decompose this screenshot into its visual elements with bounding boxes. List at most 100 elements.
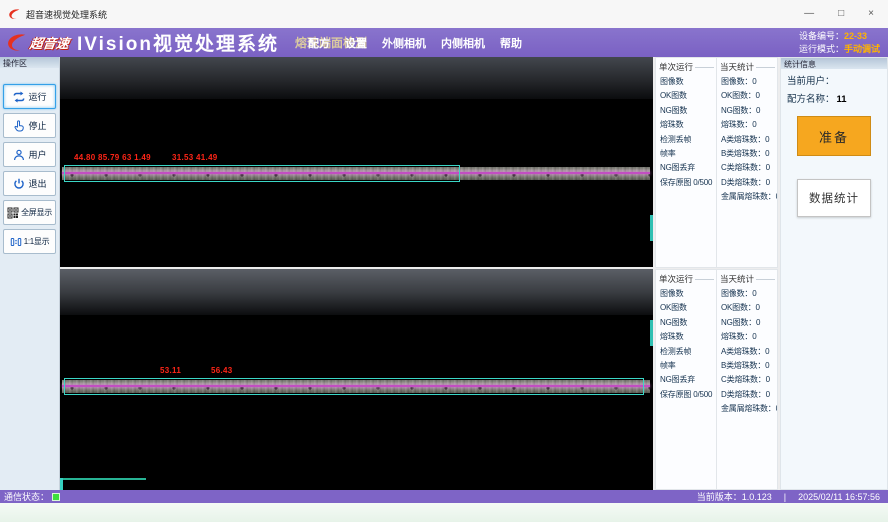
- camera2-detection-rect: [64, 378, 644, 395]
- camera-view-top[interactable]: 44.80 85.79 63 1.49 31.53 41.49: [60, 57, 653, 267]
- minimize-button[interactable]: —: [804, 9, 814, 19]
- app-window: 超音速视觉处理系统 — □ × 超音速 IVision视觉处理系统 熔珠端面检测…: [0, 0, 888, 522]
- run-mode-row: 运行模式：手动调试: [799, 43, 880, 56]
- camera2-left-marker: [60, 478, 63, 490]
- stat-row: A类熔珠数：0: [717, 345, 777, 359]
- info-panel-header: 统计信息: [781, 58, 887, 69]
- stat-row: NG图数：0: [717, 316, 777, 330]
- status-bar: 通信状态： 当前版本：1.0.123 | 2025/02/11 16:57:56: [0, 490, 888, 503]
- version-row: 当前版本：1.0.123: [697, 490, 772, 503]
- today-stats-group: 当天统计 图像数：0 OK图数：0 NG图数：0 熔珠数：0 A类熔珠数：0 B…: [716, 58, 777, 267]
- camera1-edge-marker: [650, 215, 653, 241]
- fullscreen-button-label: 全屏显示: [21, 207, 52, 218]
- stop-button[interactable]: 停止: [3, 113, 56, 138]
- close-button[interactable]: ×: [868, 9, 874, 19]
- recipe-name-label: 配方名称：: [787, 94, 835, 105]
- device-number-label: 设备编号：: [799, 31, 844, 41]
- stat-row: OK图数: [656, 89, 716, 103]
- stat-row: NG图数: [656, 104, 716, 118]
- single-run-group: 单次运行 图像数 OK图数 NG图数 熔珠数 检测丢帧 帧率 NG图丢弃 保存原…: [656, 270, 716, 489]
- stat-row: OK图数: [656, 301, 716, 315]
- sidebar-buttons: 运行 停止 用户 退出: [0, 68, 59, 254]
- main-menu: 配方 设置 外侧相机 内侧相机 帮助: [308, 28, 522, 57]
- os-titlebar: 超音速视觉处理系统 — □ ×: [0, 0, 888, 28]
- stat-row: 金属屑熔珠数：0: [717, 190, 777, 204]
- stat-row: 熔珠数：0: [717, 330, 777, 344]
- version-label: 当前版本：: [697, 492, 742, 502]
- single-run-title: 单次运行: [656, 58, 716, 73]
- current-user-label: 当前用户：: [787, 76, 835, 87]
- current-user-row: 当前用户：: [781, 69, 887, 87]
- fullscreen-icon: [7, 207, 19, 219]
- comm-status: 通信状态：: [4, 490, 60, 503]
- camera2-bottom-marker: [60, 478, 146, 480]
- stat-row: 帧率: [656, 147, 716, 161]
- camera-view-bottom[interactable]: 53.11 56.43: [60, 269, 653, 490]
- datetime: 2025/02/11 16:57:56: [798, 492, 880, 502]
- camera1-annotation: 44.80 85.79 63 1.49: [74, 153, 151, 162]
- single-run-title: 单次运行: [656, 270, 716, 285]
- stat-row: 检测丢帧: [656, 133, 716, 147]
- stat-row: A类熔珠数：0: [717, 133, 777, 147]
- app-logo-icon: [8, 8, 21, 21]
- brand-swoosh-icon: [6, 32, 28, 54]
- window-controls: — □ ×: [804, 9, 874, 19]
- sidebar-header: 操作区: [0, 57, 59, 68]
- device-number-value: 22-33: [844, 31, 867, 41]
- today-stats-group: 当天统计 图像数：0 OK图数：0 NG图数：0 熔珠数：0 A类熔珠数：0 B…: [716, 270, 777, 489]
- stat-row: 保存原图 0/500: [656, 176, 716, 190]
- single-run-group: 单次运行 图像数 OK图数 NG图数 熔珠数 检测丢帧 帧率 NG图丢弃 保存原…: [656, 58, 716, 267]
- stat-row: D类熔珠数：0: [717, 388, 777, 402]
- stop-hand-icon: [12, 119, 26, 133]
- version-value: 1.0.123: [742, 492, 772, 502]
- today-stats-title: 当天统计: [717, 270, 777, 285]
- app-title: IVision视觉处理系统: [77, 29, 279, 56]
- camera1-background-band: [60, 57, 653, 99]
- one-to-one-button[interactable]: 1:1显示: [3, 229, 56, 254]
- menu-inner-camera[interactable]: 内侧相机: [441, 35, 485, 51]
- power-icon: [12, 177, 26, 191]
- data-stats-button[interactable]: 数据统计: [797, 179, 871, 217]
- stat-row: 熔珠数：0: [717, 118, 777, 132]
- stat-row: C类熔珠数：0: [717, 161, 777, 175]
- menu-help[interactable]: 帮助: [500, 35, 522, 51]
- one-to-one-button-label: 1:1显示: [24, 236, 50, 247]
- camera1-annotation: 31.53 41.49: [172, 153, 218, 162]
- stat-row: 熔珠数: [656, 118, 716, 132]
- user-button-label: 用户: [28, 148, 46, 161]
- menu-outer-camera[interactable]: 外侧相机: [382, 35, 426, 51]
- stat-row: D类熔珠数：0: [717, 176, 777, 190]
- ready-button[interactable]: 准备: [797, 116, 871, 156]
- stat-row: NG图数: [656, 316, 716, 330]
- stat-row: C类熔珠数：0: [717, 373, 777, 387]
- exit-button[interactable]: 退出: [3, 171, 56, 196]
- menu-recipe[interactable]: 配方: [308, 35, 330, 51]
- comm-status-label: 通信状态：: [4, 490, 49, 503]
- recipe-name-value: 11: [837, 94, 847, 105]
- user-button[interactable]: 用户: [3, 142, 56, 167]
- stat-row: B类熔珠数：0: [717, 147, 777, 161]
- stat-row: B类熔珠数：0: [717, 359, 777, 373]
- info-panel: 统计信息 当前用户： 配方名称：11 准备 数据统计: [780, 57, 888, 490]
- stat-row: NG图数：0: [717, 104, 777, 118]
- camera-viewport: 44.80 85.79 63 1.49 31.53 41.49 53.11 56…: [60, 57, 653, 490]
- run-button-label: 运行: [28, 90, 46, 103]
- separator: |: [784, 492, 786, 502]
- one-to-one-icon: [10, 236, 22, 248]
- stop-button-label: 停止: [28, 119, 46, 132]
- stat-row: 金属屑熔珠数：0: [717, 402, 777, 416]
- menu-settings[interactable]: 设置: [345, 35, 367, 51]
- run-icon: [12, 90, 26, 104]
- stat-row: 图像数: [656, 287, 716, 301]
- desktop-strip: [0, 503, 888, 522]
- run-mode-label: 运行模式：: [799, 44, 844, 54]
- run-button[interactable]: 运行: [3, 84, 56, 109]
- stat-row: OK图数：0: [717, 301, 777, 315]
- comm-status-indicator: [52, 493, 60, 501]
- camera2-edge-marker: [650, 320, 653, 346]
- stat-row: 图像数：0: [717, 75, 777, 89]
- recipe-name-row: 配方名称：11: [781, 87, 887, 105]
- device-number-row: 设备编号：22-33: [799, 30, 880, 43]
- maximize-button[interactable]: □: [838, 9, 844, 19]
- fullscreen-button[interactable]: 全屏显示: [3, 200, 56, 225]
